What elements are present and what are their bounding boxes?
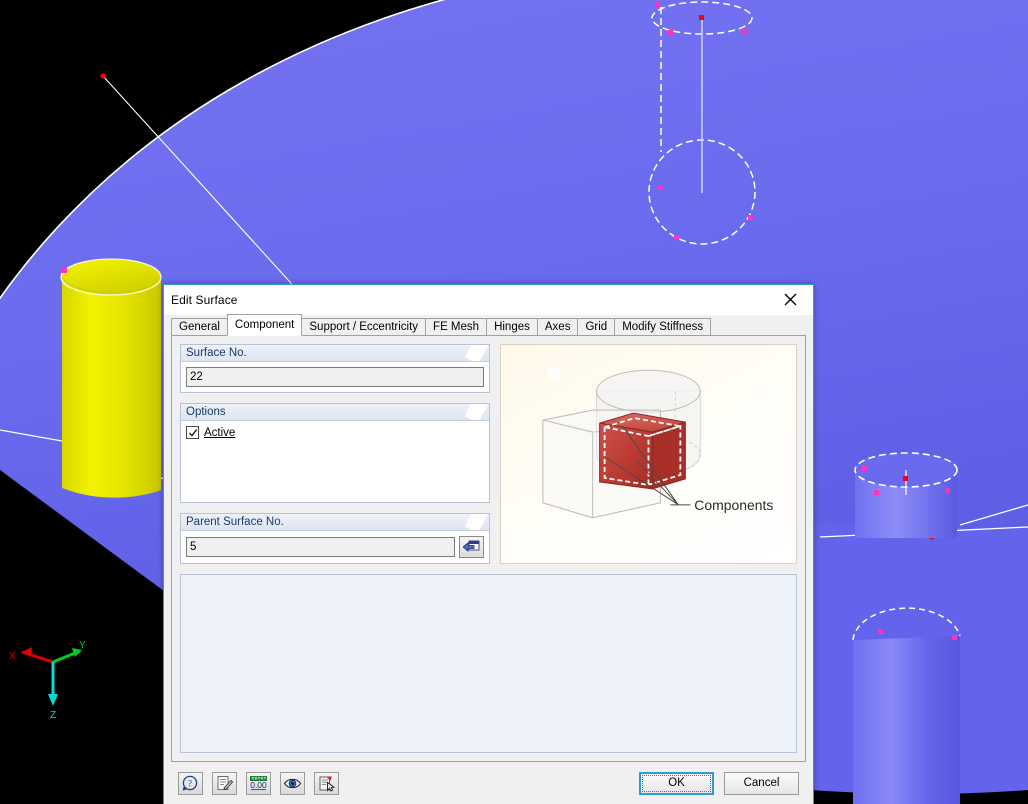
tab-component[interactable]: Component [227,314,302,336]
dialog-footer: ? 0.00 [164,762,813,804]
units-ruler-icon[interactable]: 0.00 [246,772,271,795]
component-illustration: Components [500,344,797,564]
report-pick-icon[interactable] [314,772,339,795]
edit-note-icon[interactable] [212,772,237,795]
group-options: Options Active [180,403,490,503]
tab-general[interactable]: General [171,318,228,336]
tab-hinges[interactable]: Hinges [486,318,538,336]
group-options-legend: Options [181,404,489,421]
eye-visibility-icon[interactable] [280,772,305,795]
cancel-button[interactable]: Cancel [724,772,799,795]
dialog-title: Edit Surface [164,293,238,307]
details-panel[interactable] [180,574,797,753]
edit-surface-dialog: Edit Surface General Component Support /… [163,284,814,804]
tab-fe-mesh[interactable]: FE Mesh [425,318,487,336]
svg-text:X: X [9,651,16,662]
tab-support-eccentricity[interactable]: Support / Eccentricity [301,318,426,336]
tabstrip: General Component Support / Eccentricity… [164,315,813,336]
dialog-titlebar[interactable]: Edit Surface [164,285,813,315]
ok-button[interactable]: OK [639,772,714,795]
active-checkbox-row[interactable]: Active [186,426,484,439]
svg-text:Z: Z [50,710,56,721]
active-checkbox-label: Active [204,427,235,439]
checkmark-icon[interactable] [186,426,199,439]
surface-no-input[interactable] [186,367,484,387]
group-surface-no-legend: Surface No. [181,345,489,362]
svg-text:0.00: 0.00 [250,780,267,790]
component-illustration-graphic: Components [501,345,796,563]
tab-modify-stiffness[interactable]: Modify Stiffness [614,318,711,336]
tab-axes[interactable]: Axes [537,318,579,336]
help-question-icon[interactable]: ? [178,772,203,795]
group-surface-no: Surface No. [180,344,490,393]
illustration-annotation: Components [694,497,773,513]
parent-surface-no-input[interactable] [186,537,455,557]
svg-text:Y: Y [79,640,86,651]
tab-panel-component: Surface No. Options [171,336,806,762]
svg-text:?: ? [188,778,192,788]
tab-grid[interactable]: Grid [577,318,615,336]
pick-from-model-icon[interactable] [459,536,484,558]
close-icon[interactable] [768,285,813,314]
group-parent-surface-no-legend: Parent Surface No. [181,514,489,531]
group-parent-surface-no: Parent Surface No. [180,513,490,564]
